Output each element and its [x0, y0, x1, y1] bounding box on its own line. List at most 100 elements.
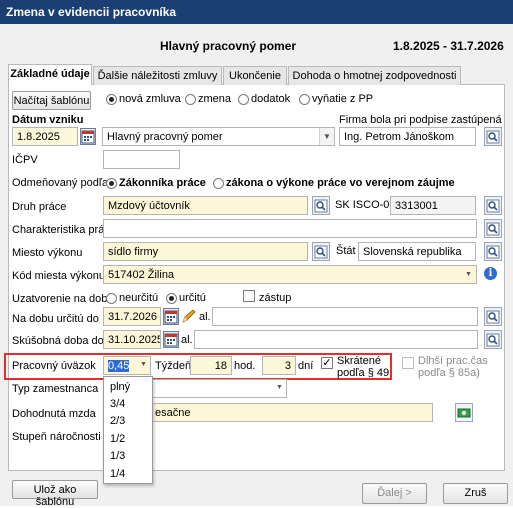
days-unit-label: dní: [298, 360, 314, 372]
chevron-down-icon[interactable]: ▼: [319, 128, 334, 145]
workload-option-half[interactable]: 1/2: [110, 433, 125, 445]
window-title: Zmena v evidencii pracovníka: [0, 0, 513, 24]
radio-amendment-label: dodatok: [251, 93, 291, 105]
shortened-checkbox[interactable]: ✓: [321, 357, 333, 369]
place-code-label: Kód miesta výkonu: [12, 270, 105, 282]
radio-amendment[interactable]: [238, 94, 249, 105]
trial-period-label: Skúšobná doba do: [12, 335, 104, 347]
job-type-label: Druh práce: [12, 201, 67, 213]
workload-option-two-thirds[interactable]: 2/3: [110, 415, 125, 427]
remuneration-label: Odmeňovaný podľa: [12, 177, 109, 189]
radio-labour-code[interactable]: [106, 178, 117, 189]
calendar-icon[interactable]: [163, 308, 179, 325]
duration-label: Uzatvorenie na dobu: [12, 293, 114, 305]
radio-definite-label: určitú: [179, 292, 206, 304]
radio-new-contract-label: nová zmluva: [119, 93, 181, 105]
place-field[interactable]: sídlo firmy: [103, 242, 308, 261]
calendar-icon[interactable]: [163, 331, 179, 348]
info-icon[interactable]: i: [484, 267, 497, 280]
employee-type-label: Typ zamestnanca: [12, 383, 99, 395]
money-icon[interactable]: [455, 403, 473, 422]
workload-label: Pracovný úväzok: [12, 360, 96, 372]
pencil-icon[interactable]: [181, 308, 197, 325]
hours-unit-label: hod.: [234, 360, 256, 372]
chevron-down-icon[interactable]: ▼: [465, 271, 472, 278]
signer-field[interactable]: Ing. Petrom Jánoškom: [339, 127, 476, 146]
contract-type-heading: Hlavný pracovný pomer: [160, 39, 297, 53]
tab-liability-agreement[interactable]: Dohoda o hmotnej zodpovednosti: [288, 66, 461, 85]
icpv-field[interactable]: [103, 150, 180, 169]
chevron-down-icon[interactable]: ▼: [140, 361, 147, 368]
workload-option-third[interactable]: 1/3: [110, 450, 125, 462]
replacement-checkbox[interactable]: [243, 290, 255, 302]
days-field[interactable]: 3: [262, 356, 296, 375]
tab-other-requirements[interactable]: Ďalšie náležitosti zmluvy: [93, 66, 222, 85]
shortened-label: Skrátené podľa § 49: [337, 355, 390, 379]
week-label: Týždeň: [155, 360, 192, 372]
employee-type-select[interactable]: [150, 379, 287, 398]
wage-label: Dohodnutá mzda: [12, 408, 96, 420]
difficulty-label: Stupeň náročnosti: [12, 431, 101, 443]
state-search-icon[interactable]: [484, 242, 502, 261]
next-button[interactable]: Ďalej >: [362, 483, 427, 504]
save-template-button[interactable]: Ulož ako šablónu: [12, 480, 98, 508]
workload-option-three-quarters[interactable]: 3/4: [110, 398, 125, 410]
load-template-button[interactable]: Načítaj šablónu: [12, 91, 91, 110]
tab-termination[interactable]: Ukončenie: [223, 66, 287, 85]
signer-search-icon[interactable]: [484, 127, 502, 146]
place-search-icon[interactable]: [312, 242, 330, 261]
workload-option-quarter[interactable]: 1/4: [110, 468, 125, 480]
workload-dropdown-list: plný 3/4 2/3 1/2 1/3 1/4: [103, 376, 153, 484]
radio-exclusion-label: vyňatie z PP: [312, 93, 374, 105]
fixed-term-note-field[interactable]: [212, 307, 478, 326]
cancel-button[interactable]: Zruš: [443, 483, 508, 504]
trial-period-al-label: al.: [181, 334, 193, 346]
origin-date-field[interactable]: 1.8.2025: [12, 127, 78, 146]
isco-search-icon[interactable]: [484, 196, 502, 215]
fixed-term-search-icon[interactable]: [484, 307, 502, 326]
trial-period-note-field[interactable]: [194, 330, 478, 349]
wage-field[interactable]: esačne: [150, 403, 433, 422]
state-label: Štát: [336, 245, 356, 257]
radio-change-label: zmena: [198, 93, 232, 105]
isco-field: 3313001: [390, 196, 476, 215]
replacement-label: zástup: [259, 292, 292, 304]
trial-period-search-icon[interactable]: [484, 330, 502, 349]
origin-date-label: Dátum vzniku: [12, 114, 84, 126]
trial-period-date-field[interactable]: 31.10.2025: [103, 330, 161, 349]
job-characteristic-label: Charakteristika práce: [12, 224, 116, 236]
longer-time-label: Dlhší prac.čas podľa § 85a): [418, 355, 488, 379]
hours-field[interactable]: 18: [190, 356, 232, 375]
employment-type-select[interactable]: Hlavný pracovný pomer: [102, 127, 335, 146]
radio-exclusion[interactable]: [299, 94, 310, 105]
radio-change[interactable]: [185, 94, 196, 105]
isco-label: SK ISCO-08: [335, 199, 396, 211]
fixed-term-al-label: al.: [199, 311, 211, 323]
radio-public-interest-label: zákona o výkone práce vo verejnom záujme: [226, 177, 455, 189]
contract-period: 1.8.2025 - 31.7.2026: [393, 39, 504, 53]
longer-time-checkbox[interactable]: [402, 357, 414, 369]
job-type-field[interactable]: Mzdový účtovník: [103, 196, 308, 215]
job-type-search-icon[interactable]: [312, 196, 330, 215]
icpv-label: IČPV: [12, 154, 38, 166]
characteristic-search-icon[interactable]: [484, 219, 502, 238]
place-code-value: 517402 Žilina: [108, 269, 175, 281]
workload-value: 0,45: [108, 360, 130, 372]
radio-new-contract[interactable]: [106, 94, 117, 105]
state-field[interactable]: Slovenská republika: [358, 242, 476, 261]
radio-indefinite[interactable]: [106, 293, 117, 304]
job-characteristic-field[interactable]: [103, 219, 477, 238]
workload-option-full[interactable]: plný: [110, 381, 130, 393]
place-code-select[interactable]: 517402 Žilina: [103, 265, 477, 284]
radio-public-interest[interactable]: [213, 178, 224, 189]
radio-indefinite-label: neurčitú: [119, 292, 159, 304]
calendar-icon[interactable]: [80, 128, 96, 145]
radio-labour-code-label: Zákonníka práce: [119, 177, 206, 189]
chevron-down-icon[interactable]: ▼: [276, 384, 283, 391]
radio-definite[interactable]: [166, 293, 177, 304]
employment-type-value: Hlavný pracovný pomer: [107, 131, 223, 143]
tab-basic-data[interactable]: Základné údaje: [8, 64, 92, 85]
fixed-term-label: Na dobu určitú do: [12, 313, 99, 325]
fixed-term-date-field[interactable]: 31.7.2026: [103, 307, 161, 326]
signer-label: Firma bola pri podpise zastúpená: [339, 114, 502, 126]
